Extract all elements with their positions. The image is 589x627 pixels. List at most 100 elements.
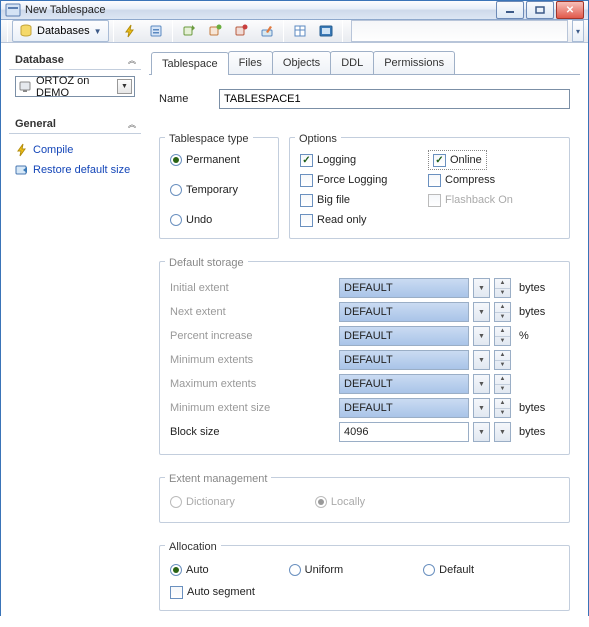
checkbox-read-only[interactable]: Read only xyxy=(300,210,367,230)
radio-auto[interactable]: Auto xyxy=(170,560,209,580)
checkbox-compress[interactable]: Compress xyxy=(428,170,495,190)
collapse-icon: ︽ xyxy=(128,119,135,130)
toolbar: Databases ▼ ▾ xyxy=(1,20,588,43)
spinner: ▲▼ xyxy=(494,398,511,418)
tablespace-type-legend: Tablespace type xyxy=(165,133,253,145)
minimize-button[interactable] xyxy=(496,1,524,19)
dropdown-arrow-icon: ▼ xyxy=(473,326,490,346)
main-panel: Tablespace Files Objects DDL Permissions… xyxy=(149,51,580,619)
radio-permanent[interactable]: Permanent xyxy=(170,150,240,170)
database-selector[interactable]: ORTOZ on DEMO ▼ xyxy=(15,76,135,97)
titlebar: New Tablespace ✕ xyxy=(1,1,588,20)
sidebar-database-header[interactable]: Database ︽ xyxy=(9,51,141,70)
storage-label: Minimum extent size xyxy=(170,402,335,414)
storage-value: DEFAULT xyxy=(339,350,469,370)
storage-label: Minimum extents xyxy=(170,354,335,366)
options-legend: Options xyxy=(295,133,341,145)
dropdown-arrow-icon: ▼ xyxy=(473,374,490,394)
checkbox-flashback-on: Flashback On xyxy=(428,190,513,210)
checkbox-force-logging[interactable]: Force Logging xyxy=(300,170,387,190)
tab-ddl[interactable]: DDL xyxy=(330,51,374,74)
dropdown-arrow-icon: ▼ xyxy=(473,350,490,370)
extent-management-legend: Extent management xyxy=(165,473,271,485)
radio-locally: Locally xyxy=(315,492,365,512)
storage-unit: bytes xyxy=(519,426,559,438)
storage-label: Next extent xyxy=(170,306,335,318)
spinner: ▲▼ xyxy=(494,278,511,298)
dropdown-arrow-icon: ▼ xyxy=(473,278,490,298)
spinner: ▲▼ xyxy=(494,302,511,322)
allocation-legend: Allocation xyxy=(165,541,221,553)
toolbar-overflow[interactable]: ▾ xyxy=(572,20,584,42)
dropdown-arrow-icon[interactable]: ▼ xyxy=(494,422,511,442)
storage-label: Initial extent xyxy=(170,282,335,294)
name-input[interactable] xyxy=(219,89,570,109)
storage-row: Maximum extentsDEFAULT▼▲▼ xyxy=(170,374,559,394)
storage-row: Initial extentDEFAULT▼▲▼bytes xyxy=(170,278,559,298)
toolbar-lightning-button[interactable] xyxy=(118,20,142,42)
lightning-icon xyxy=(15,143,29,157)
dropdown-arrow-icon[interactable]: ▼ xyxy=(473,422,490,442)
storage-row: Percent increase DEFAULT▼▲▼% xyxy=(170,326,559,346)
tab-bar: Tablespace Files Objects DDL Permissions xyxy=(149,51,580,75)
restore-icon xyxy=(15,163,29,177)
spinner: ▲▼ xyxy=(494,374,511,394)
storage-value: DEFAULT xyxy=(339,398,469,418)
storage-value[interactable]: 4096 xyxy=(339,422,469,442)
toolbar-script-button[interactable] xyxy=(314,20,338,42)
toolbar-execute-button[interactable] xyxy=(144,20,168,42)
radio-temporary[interactable]: Temporary xyxy=(170,180,238,200)
storage-value: DEFAULT xyxy=(339,302,469,322)
app-icon xyxy=(5,2,21,18)
radio-default[interactable]: Default xyxy=(423,560,474,580)
sidebar-link-restore[interactable]: Restore default size xyxy=(15,160,135,180)
storage-unit: bytes xyxy=(519,306,559,318)
toolbar-edit-button[interactable] xyxy=(255,20,279,42)
checkbox-auto-segment[interactable]: Auto segment xyxy=(170,582,255,602)
host-icon xyxy=(18,80,32,94)
maximize-button[interactable] xyxy=(526,1,554,19)
dropdown-arrow-icon: ▼ xyxy=(473,398,490,418)
toolbar-search-field[interactable] xyxy=(351,20,568,42)
storage-row: Block size4096▼▼bytes xyxy=(170,422,559,442)
storage-unit: bytes xyxy=(519,402,559,414)
radio-dictionary: Dictionary xyxy=(170,492,235,512)
storage-label: Percent increase xyxy=(170,330,335,342)
storage-row: Next extent DEFAULT▼▲▼ bytes xyxy=(170,302,559,322)
tab-permissions[interactable]: Permissions xyxy=(373,51,455,74)
default-storage-legend: Default storage xyxy=(165,257,248,269)
checkbox-big-file[interactable]: Big file xyxy=(300,190,350,210)
close-button[interactable]: ✕ xyxy=(556,1,584,19)
radio-uniform[interactable]: Uniform xyxy=(289,560,344,580)
sidebar-link-compile[interactable]: Compile xyxy=(15,140,135,160)
storage-value: DEFAULT xyxy=(339,326,469,346)
storage-label: Block size xyxy=(170,426,335,438)
dropdown-arrow-icon: ▼ xyxy=(473,302,490,322)
checkbox-logging[interactable]: Logging xyxy=(300,150,356,170)
name-label: Name xyxy=(159,93,219,105)
storage-unit: % xyxy=(519,330,559,342)
radio-undo[interactable]: Undo xyxy=(170,210,212,230)
collapse-icon: ︽ xyxy=(128,55,135,66)
dropdown-arrow-icon: ▼ xyxy=(94,27,102,36)
spinner: ▲▼ xyxy=(494,350,511,370)
window-title: New Tablespace xyxy=(25,4,496,16)
tab-tablespace[interactable]: Tablespace xyxy=(151,52,229,75)
tab-files[interactable]: Files xyxy=(228,51,273,74)
sidebar-general-header[interactable]: General ︽ xyxy=(9,115,141,134)
databases-dropdown[interactable]: Databases ▼ xyxy=(12,20,109,42)
toolbar-table-button[interactable] xyxy=(288,20,312,42)
sidebar: Database ︽ ORTOZ on DEMO ▼ General ︽ xyxy=(9,51,141,619)
checkbox-online[interactable]: Online xyxy=(428,150,487,170)
toolbar-remove-button[interactable] xyxy=(229,20,253,42)
storage-row: Minimum extents DEFAULT▼▲▼ xyxy=(170,350,559,370)
databases-label: Databases xyxy=(37,25,90,37)
toolbar-add2-button[interactable] xyxy=(203,20,227,42)
storage-value: DEFAULT xyxy=(339,374,469,394)
toolbar-add-button[interactable] xyxy=(177,20,201,42)
tab-objects[interactable]: Objects xyxy=(272,51,331,74)
storage-unit: bytes xyxy=(519,282,559,294)
storage-row: Minimum extent size DEFAULT▼▲▼ bytes xyxy=(170,398,559,418)
dropdown-arrow-icon: ▼ xyxy=(117,79,132,94)
spinner: ▲▼ xyxy=(494,326,511,346)
